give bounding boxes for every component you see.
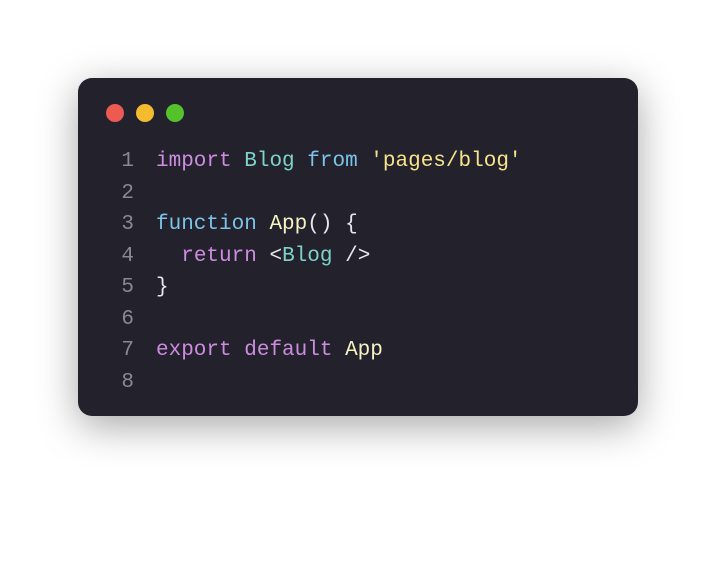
code-token: Blog: [244, 150, 294, 173]
code-token: [257, 213, 270, 236]
code-token: App: [345, 339, 383, 362]
line-content: export default App: [156, 335, 610, 367]
code-editor-window: 1import Blog from 'pages/blog'2 3functio…: [78, 78, 638, 416]
line-content: [156, 367, 610, 399]
code-token: (): [307, 213, 332, 236]
close-icon[interactable]: [106, 104, 124, 122]
window-controls: [106, 104, 610, 122]
code-token: [332, 213, 345, 236]
line-content: return <Blog />: [156, 241, 610, 273]
code-token: [156, 245, 181, 268]
code-line: 8: [100, 367, 610, 399]
code-line: 5}: [100, 272, 610, 304]
line-content: [156, 304, 610, 336]
line-content: }: [156, 272, 610, 304]
line-number: 6: [100, 304, 156, 336]
code-line: 1import Blog from 'pages/blog': [100, 146, 610, 178]
code-token: App: [269, 213, 307, 236]
code-token: export: [156, 339, 232, 362]
code-token: [332, 339, 345, 362]
line-number: 4: [100, 241, 156, 273]
code-token: Blog: [282, 245, 332, 268]
code-line: 2: [100, 178, 610, 210]
code-token: import: [156, 150, 232, 173]
line-number: 8: [100, 367, 156, 399]
code-line: 7export default App: [100, 335, 610, 367]
code-token: {: [345, 213, 358, 236]
code-token: [257, 245, 270, 268]
code-area: 1import Blog from 'pages/blog'2 3functio…: [100, 146, 610, 398]
code-token: <: [269, 245, 282, 268]
line-number: 7: [100, 335, 156, 367]
minimize-icon[interactable]: [136, 104, 154, 122]
code-token: [332, 245, 345, 268]
code-line: 4 return <Blog />: [100, 241, 610, 273]
zoom-icon[interactable]: [166, 104, 184, 122]
code-line: 6: [100, 304, 610, 336]
code-line: 3function App() {: [100, 209, 610, 241]
line-number: 1: [100, 146, 156, 178]
line-content: import Blog from 'pages/blog': [156, 146, 610, 178]
line-number: 2: [100, 178, 156, 210]
code-token: [232, 339, 245, 362]
code-token: 'pages/blog': [370, 150, 521, 173]
code-token: [295, 150, 308, 173]
line-content: [156, 178, 610, 210]
line-number: 5: [100, 272, 156, 304]
code-token: [232, 150, 245, 173]
code-token: return: [181, 245, 257, 268]
code-token: [358, 150, 371, 173]
code-token: }: [156, 276, 169, 299]
code-token: from: [307, 150, 357, 173]
code-token: default: [244, 339, 332, 362]
line-number: 3: [100, 209, 156, 241]
line-content: function App() {: [156, 209, 610, 241]
code-token: function: [156, 213, 257, 236]
code-token: />: [345, 245, 370, 268]
